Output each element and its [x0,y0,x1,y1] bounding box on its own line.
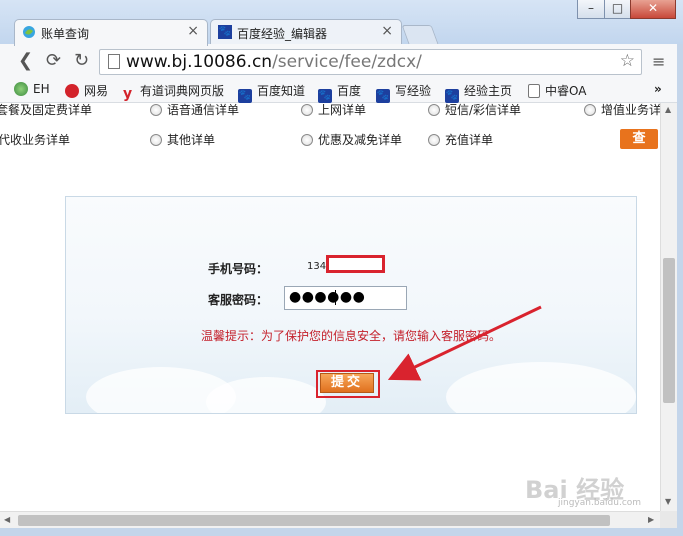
radio-button[interactable] [301,104,313,116]
option-value-added[interactable]: 增值业务详单 [584,103,660,118]
bookmark-baidu-zhidao[interactable]: 🐾 百度知道 [238,82,305,103]
radio-button[interactable] [150,134,162,146]
option-package-fee[interactable]: 套餐及固定费详单 [0,103,92,118]
close-tab-icon[interactable]: × [381,23,393,39]
bookmark-label: 写经验 [395,84,432,98]
horizontal-scroll-thumb[interactable] [18,515,610,526]
bookmark-label: 经验主页 [464,84,513,98]
bookmark-experience-home[interactable]: 🐾 经验主页 [445,82,512,103]
baidu-paw-icon: 🐾 [238,89,252,103]
vertical-scrollbar[interactable]: ▲ ▼ [660,103,678,511]
reload-icon[interactable]: ↻ [74,52,89,70]
baidu-paw-icon: 🐾 [445,89,459,103]
option-recharge[interactable]: 充值详单 [428,131,493,148]
option-label: 其他详单 [167,133,216,147]
option-label: 短信/彩信详单 [445,103,522,117]
close-tab-icon[interactable]: × [187,23,199,39]
minimize-button[interactable]: – [577,0,605,19]
radio-button[interactable] [584,104,596,116]
radio-button[interactable] [301,134,313,146]
scroll-right-icon[interactable]: ▶ [648,515,654,524]
page-viewport: 套餐及固定费详单 语音通信详单 上网详单 短信/彩信详单 增值业务详单 代收业务… [0,103,660,511]
menu-icon[interactable]: ≡ [652,52,665,71]
bookmark-label: 中睿OA [545,84,587,98]
option-label: 增值业务详单 [601,103,660,117]
address-bar[interactable]: www.bj.10086.cn/service/fee/zdcx/ ☆ [99,49,642,75]
option-label: 套餐及固定费详单 [0,103,93,117]
new-tab-button[interactable] [401,25,439,44]
query-button[interactable]: 查 [620,129,658,149]
scroll-left-icon[interactable]: ◀ [4,515,10,524]
option-collection[interactable]: 代收业务详单 [0,131,70,148]
scroll-down-icon[interactable]: ▼ [665,497,671,506]
maximize-button[interactable]: □ [604,0,631,19]
radio-button[interactable] [428,104,440,116]
baidu-paw-icon: 🐾 [318,89,332,103]
bookmark-netease[interactable]: 网易 [65,82,108,99]
option-discount[interactable]: 优惠及减免详单 [301,131,402,148]
option-label: 优惠及减免详单 [318,133,403,147]
bookmark-write-experience[interactable]: 🐾 写经验 [376,82,431,103]
bookmark-label: 百度 [337,84,362,98]
option-internet[interactable]: 上网详单 [301,103,366,118]
netease-icon [65,84,79,98]
bookmark-youdao[interactable]: y 有道词典网页版 [123,82,224,101]
bookmark-label: 有道词典网页版 [140,84,225,98]
page-icon [108,54,120,69]
option-label: 语音通信详单 [167,103,240,117]
option-sms-mms[interactable]: 短信/彩信详单 [428,103,521,118]
china-mobile-icon [23,26,35,38]
tab-title: 账单查询 [41,27,90,41]
window-frame [0,528,683,536]
bookmarks-bar: EH 网易 y 有道词典网页版 🐾 百度知道 🐾 百度 🐾 写经验 🐾 经验主页 中睿OA… [0,78,683,103]
youdao-icon: y [123,86,133,102]
tab-bill-query[interactable]: 账单查询 × [14,19,208,46]
radio-button[interactable] [150,104,162,116]
globe-icon [14,82,28,96]
more-bookmarks-icon[interactable]: » [654,82,662,96]
option-label: 上网详单 [318,103,367,117]
horizontal-scrollbar[interactable]: ◀ ▶ [0,511,660,529]
scroll-up-icon[interactable]: ▲ [665,105,671,114]
option-other[interactable]: 其他详单 [150,131,215,148]
close-window-button[interactable]: ✕ [630,0,676,19]
watermark-url: jingyan.baidu.com [558,498,642,508]
tab-baidu-editor[interactable]: 🐾 百度经验_编辑器 × [210,19,402,46]
vertical-scroll-thumb[interactable] [663,258,675,403]
verification-panel: 手机号码： 134 客服密码： ●●●●●● 温馨提示：为了保护您的信息安全，请… [65,196,637,414]
bookmark-eh[interactable]: EH [14,82,50,96]
tab-title: 百度经验_编辑器 [237,27,328,41]
title-bar: 账单查询 × 🐾 百度经验_编辑器 × – □ ✕ [0,0,683,46]
red-arrow-icon [387,305,542,381]
window-frame [677,44,683,536]
bookmark-label: 百度知道 [257,84,306,98]
radio-button[interactable] [428,134,440,146]
scroll-corner [660,511,677,528]
option-label: 代收业务详单 [0,133,71,147]
annotation-arrow-layer [387,305,542,381]
bookmark-label: 网易 [84,84,109,98]
bookmark-star-icon[interactable]: ☆ [620,51,635,71]
bookmark-label: EH [33,82,50,96]
url-path: /service/fee/zdcx/ [272,52,422,72]
option-label: 充值详单 [445,133,494,147]
bookmark-baidu[interactable]: 🐾 百度 [318,82,361,103]
option-voice[interactable]: 语音通信详单 [150,103,239,118]
bookmark-zhongrui-oa[interactable]: 中睿OA [528,82,586,99]
baidu-paw-icon: 🐾 [376,89,390,103]
back-icon[interactable]: ❮ [18,52,33,70]
page-icon [528,84,540,98]
baidu-paw-icon: 🐾 [218,25,232,39]
url-host: www.bj.10086.cn [126,52,273,72]
forward-icon[interactable]: ⟳ [46,52,61,70]
